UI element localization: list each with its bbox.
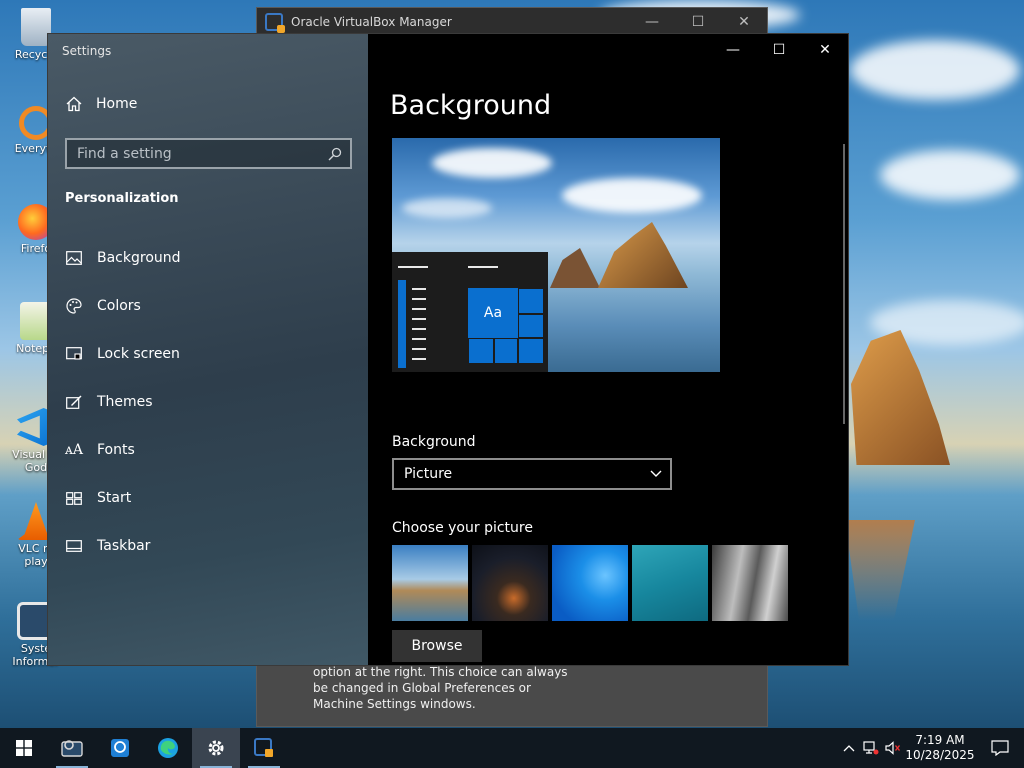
minimize-icon[interactable]: — [629,14,675,30]
settings-icon [208,740,224,756]
nav-item-lock-screen[interactable]: Lock screen [48,330,368,378]
picture-thumbnail[interactable] [472,545,548,621]
settings-window[interactable]: Settings Home Personalization Background… [47,33,849,666]
nav-item-label: Fonts [97,442,135,458]
clock-time: 7:19 AM [915,733,965,747]
brush-icon [65,393,83,411]
network-icon [863,741,879,755]
nav-item-label: Start [97,490,132,506]
tray-overflow[interactable] [838,744,860,752]
nav-item-label: Taskbar [97,538,151,554]
lock-screen-icon [65,345,83,363]
background-preview: Aa [392,138,720,372]
minimize-icon[interactable]: — [710,34,756,66]
nav-home-label: Home [96,96,138,112]
nav-item-label: Colors [97,298,141,314]
nav-item-colors[interactable]: Colors [48,282,368,330]
picture-thumbnail[interactable] [632,545,708,621]
picture-thumbnail[interactable] [392,545,468,621]
nav-item-themes[interactable]: Themes [48,378,368,426]
taskbar-settings[interactable] [192,728,240,768]
picture-thumbnail[interactable] [552,545,628,621]
taskbar-system-informer[interactable] [48,728,96,768]
nav-item-start[interactable]: Start [48,474,368,522]
system-tray: 7:19 AM 10/28/2025 [838,728,1024,768]
search-box[interactable] [65,138,352,169]
notification-center-button[interactable] [976,740,1024,756]
preview-tile-text: Aa [468,288,518,338]
taskbar-clock[interactable]: 7:19 AM 10/28/2025 [904,733,976,763]
chevron-down-icon [650,470,662,477]
everything-icon [111,739,129,757]
home-icon [66,96,82,112]
settings-nav-pane: Settings Home Personalization Background… [48,34,368,665]
settings-content-pane: — ☐ ✕ Background Aa Background Picture C… [368,34,848,665]
tray-volume[interactable] [882,741,904,755]
edge-icon [158,738,178,758]
start-button[interactable] [0,728,48,768]
preview-start-menu: Aa [392,252,548,372]
virtualbox-info-text: option at the right. This choice can alw… [313,665,568,711]
tray-network[interactable] [860,741,882,755]
rock-formation [851,330,950,465]
settings-window-title: Settings [62,44,112,58]
background-type-dropdown[interactable]: Picture [392,458,672,490]
taskbar: 7:19 AM 10/28/2025 [0,728,1024,768]
virtualbox-title-bar[interactable]: Oracle VirtualBox Manager — ☐ ✕ [257,8,767,36]
taskbar-everything[interactable] [96,728,144,768]
picture-icon [65,249,83,267]
background-type-value: Picture [404,466,453,482]
system-informer-icon [61,740,83,757]
choose-picture-label: Choose your picture [392,520,533,536]
nav-item-label: Themes [97,394,153,410]
nav-home[interactable]: Home [66,96,137,112]
start-icon [65,489,83,507]
clock-date: 10/28/2025 [905,748,975,762]
nav-item-background[interactable]: Background [48,234,368,282]
virtualbox-icon [265,13,285,33]
nav-item-fonts[interactable]: ᴀA Fonts [48,426,368,474]
search-icon [328,147,342,160]
close-icon[interactable]: ✕ [802,34,848,66]
nav-item-taskbar[interactable]: Taskbar [48,522,368,570]
notification-icon [991,740,1009,756]
search-input[interactable] [77,145,317,162]
background-type-label: Background [392,434,476,450]
virtualbox-title: Oracle VirtualBox Manager [291,15,452,29]
browse-button[interactable]: Browse [392,630,482,662]
taskbar-virtualbox[interactable] [240,728,288,768]
content-scrollbar[interactable] [843,144,845,424]
taskbar-edge[interactable] [144,728,192,768]
section-heading: Personalization [65,191,179,206]
nav-item-label: Background [97,250,181,266]
chevron-up-icon [843,745,855,752]
maximize-icon[interactable]: ☐ [675,14,721,30]
windows-logo-icon [16,740,32,756]
volume-muted-icon [885,741,901,755]
nav-item-label: Lock screen [97,346,180,362]
font-icon: ᴀA [64,442,84,458]
close-icon[interactable]: ✕ [721,14,767,30]
maximize-icon[interactable]: ☐ [756,34,802,66]
virtualbox-icon [254,738,273,757]
taskbar-icon [65,537,83,555]
picture-thumbnail[interactable] [712,545,788,621]
palette-icon [65,297,83,315]
picture-thumbnails [392,545,792,621]
page-title: Background [390,90,552,121]
nav-list: Background Colors Lock screen Themes ᴀA … [48,234,368,570]
